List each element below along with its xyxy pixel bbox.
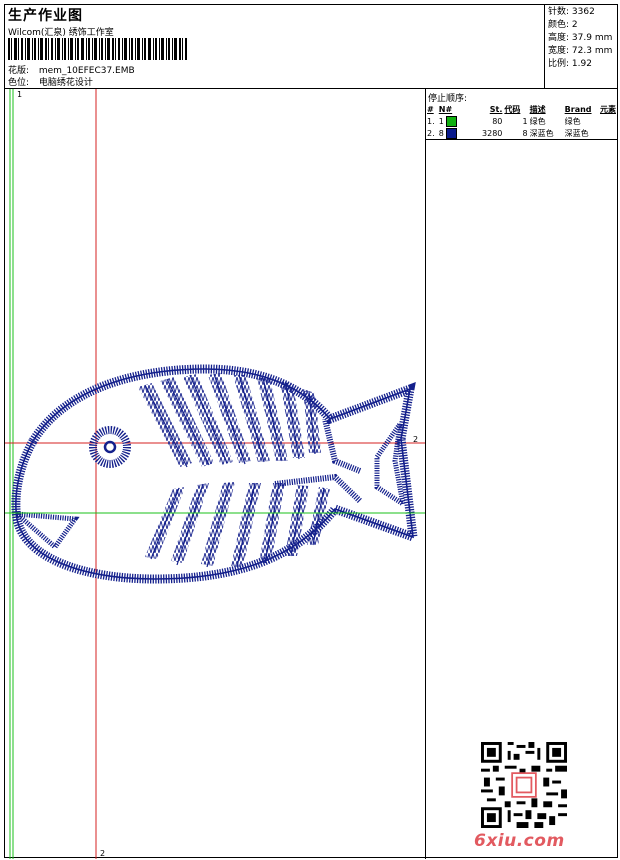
col-description: 描述 <box>529 104 546 114</box>
col-code: 代码 <box>504 104 521 114</box>
design-canvas: 1 2 2 <box>5 89 426 859</box>
spec-colors: 颜色: 2 <box>548 20 578 30</box>
embroidery-preview <box>5 89 425 859</box>
color-position-row: 色位: 电脑绣花设计 <box>8 75 93 88</box>
qr-code-icon <box>481 742 567 828</box>
page-title: 生产作业图 <box>8 8 83 24</box>
col-needle: N# <box>438 104 453 114</box>
color-label: 色位: <box>8 78 30 88</box>
table-row: 2. 8 3280 8 深蓝色 深蓝色 <box>426 127 617 140</box>
spec-width: 宽度: 72.3 mm <box>548 46 613 56</box>
col-element: 元素 <box>600 104 616 114</box>
col-stitches: St. <box>489 104 503 114</box>
studio-name: Wilcom(汇泉) 绣饰工作室 <box>8 28 114 38</box>
stop-sequence-panel: 停止顺序: # N# St. 代码 描述 Brand 元素 1. 1 80 1 … <box>426 89 617 859</box>
spec-height: 高度: 37.9 mm <box>548 33 613 43</box>
color-swatch <box>446 127 458 139</box>
table-row: 1. 1 80 1 绿色 绿色 <box>427 115 581 127</box>
stop-sequence-table: # N# St. 代码 描述 Brand 元素 1. 1 80 1 绿色 绿色 … <box>426 103 617 140</box>
table-header-row: # N# St. 代码 描述 Brand 元素 <box>426 103 617 115</box>
col-index: # <box>427 104 434 114</box>
canvas-marker-bottom: 2 <box>100 849 106 858</box>
color-position-value: 电脑绣花设计 <box>38 78 93 88</box>
col-brand: Brand <box>564 104 592 114</box>
production-sheet: 生产作业图 Wilcom(汇泉) 绣饰工作室 花版: mem_10EFEC37.… <box>4 4 618 859</box>
header-panel: 生产作业图 Wilcom(汇泉) 绣饰工作室 花版: mem_10EFEC37.… <box>5 5 545 89</box>
color-swatch <box>446 115 458 127</box>
fish-embroidery <box>9 364 419 584</box>
canvas-marker-top: 1 <box>17 90 23 99</box>
barcode-icon <box>8 38 187 60</box>
spec-panel: 针数: 3362 颜色: 2 高度: 37.9 mm 宽度: 72.3 mm 比… <box>545 5 617 89</box>
spec-stitches: 针数: 3362 <box>548 7 595 17</box>
canvas-marker-right: 2 <box>413 435 419 444</box>
watermark-logo: 6xiu.com <box>474 831 565 851</box>
spec-scale: 比例: 1.92 <box>548 59 592 69</box>
